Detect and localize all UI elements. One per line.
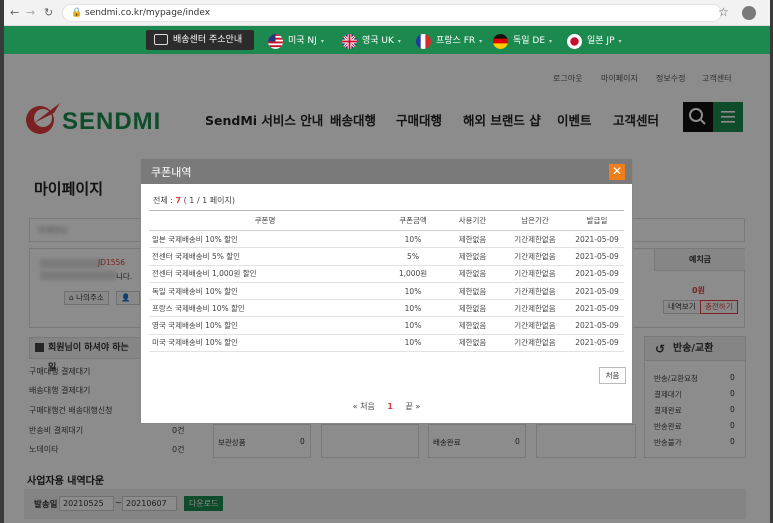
coupon-amount: 10%	[381, 316, 445, 335]
coupon-amount: 10%	[381, 230, 445, 249]
col-coupon-amount: 쿠폰금액	[381, 210, 445, 231]
remaining-period: 기간제한없음	[500, 316, 570, 335]
table-row: 전센터 국제배송비 1,000원 할인 1,000원 제한없음 기간제한없음 2…	[149, 265, 624, 283]
profile-avatar[interactable]	[742, 6, 756, 20]
coupon-modal: 쿠폰내역 ✕ 전체 : 7 ( 1 / 1 페이지) 쿠폰명 쿠폰금액 사용기간…	[140, 158, 633, 424]
lock-icon: 🔒	[71, 8, 83, 18]
coupon-name: 일본 국제배송비 10% 할인	[149, 230, 381, 249]
pager-current[interactable]: 1	[387, 402, 393, 411]
pager-last[interactable]: 끝 »	[406, 402, 421, 411]
address-card-icon	[154, 34, 168, 45]
country-label: 일본 JP	[587, 36, 615, 46]
center-address-guide-button[interactable]: 배송센터 주소안내	[146, 30, 254, 50]
back-icon[interactable]: ←	[10, 6, 19, 19]
remaining-period: 기간제한없음	[500, 282, 570, 301]
country-label: 프랑스 FR	[436, 36, 476, 46]
use-period: 제한없음	[445, 265, 500, 283]
table-row: 독일 국제배송비 10% 할인 10% 제한없음 기간제한없음 2021-05-…	[149, 282, 624, 301]
total-label: 전체 :	[153, 196, 173, 205]
use-period: 제한없음	[445, 299, 500, 318]
use-period: 제한없음	[445, 316, 500, 335]
table-header-row: 쿠폰명 쿠폰금액 사용기간 남은기간 발급일	[149, 210, 624, 231]
coupon-name: 독일 국제배송비 10% 할인	[149, 282, 381, 301]
jp-flag-icon	[567, 34, 582, 49]
col-issue-date: 발급일	[570, 210, 624, 231]
remaining-period: 기간제한없음	[500, 247, 570, 266]
address-bar[interactable]: 🔒 sendmi.co.kr/mypage/index	[62, 4, 722, 22]
issue-date: 2021-05-09	[570, 334, 624, 353]
country-bar: 배송센터 주소안내 미국 NJ ▾ 영국 UK ▾ 프랑스 FR ▾ 독일 DE…	[4, 26, 770, 54]
col-remaining: 남은기간	[500, 210, 570, 231]
use-period: 제한없음	[445, 282, 500, 301]
country-us[interactable]: 미국 NJ ▾	[268, 33, 324, 49]
use-period: 제한없음	[445, 334, 500, 353]
reload-icon[interactable]: ↻	[44, 6, 53, 19]
browser-window: ← → ↻ 🔒 sendmi.co.kr/mypage/index ☆ 배송센터…	[4, 0, 770, 523]
coupon-name: 미국 국제배송비 10% 할인	[149, 334, 381, 353]
table-row: 영국 국제배송비 10% 할인 10% 제한없음 기간제한없음 2021-05-…	[149, 316, 624, 335]
uk-flag-icon	[342, 34, 357, 49]
fr-flag-icon	[416, 34, 431, 49]
use-period: 제한없음	[445, 230, 500, 249]
remaining-period: 기간제한없음	[500, 230, 570, 249]
country-uk[interactable]: 영국 UK ▾	[342, 33, 401, 49]
issue-date: 2021-05-09	[570, 299, 624, 318]
remaining-period: 기간제한없음	[500, 334, 570, 353]
issue-date: 2021-05-09	[570, 265, 624, 283]
coupon-amount: 10%	[381, 334, 445, 353]
country-label: 영국 UK	[362, 36, 394, 46]
coupon-amount: 1,000원	[381, 265, 445, 283]
coupon-table: 쿠폰명 쿠폰금액 사용기간 남은기간 발급일 일본 국제배송비 10% 할인 1…	[149, 210, 624, 353]
close-icon: ✕	[611, 164, 623, 178]
remaining-period: 기간제한없음	[500, 265, 570, 283]
coupon-amount: 10%	[381, 282, 445, 301]
issue-date: 2021-05-09	[570, 230, 624, 249]
browser-toolbar: ← → ↻ 🔒 sendmi.co.kr/mypage/index ☆	[4, 0, 770, 26]
coupon-name: 영국 국제배송비 10% 할인	[149, 316, 381, 335]
pagination: « 처음 1 끝 »	[141, 401, 632, 412]
issue-date: 2021-05-09	[570, 316, 624, 335]
issue-date: 2021-05-09	[570, 247, 624, 266]
coupon-name: 프랑스 국제배송비 10% 할인	[149, 299, 381, 318]
table-row: 미국 국제배송비 10% 할인 10% 제한없음 기간제한없음 2021-05-…	[149, 334, 624, 353]
forward-icon[interactable]: →	[26, 6, 35, 19]
country-label: 독일 DE	[513, 36, 546, 46]
total-summary: 전체 : 7 ( 1 / 1 페이지)	[153, 195, 235, 206]
col-coupon-name: 쿠폰명	[149, 210, 381, 231]
url-text: sendmi.co.kr/mypage/index	[85, 8, 211, 18]
use-period: 제한없음	[445, 247, 500, 266]
col-use-period: 사용기간	[445, 210, 500, 231]
total-count: 7	[175, 196, 182, 205]
coupon-amount: 5%	[381, 247, 445, 266]
issue-date: 2021-05-09	[570, 282, 624, 301]
total-pages: ( 1 / 1 페이지)	[183, 196, 236, 205]
de-flag-icon	[493, 34, 508, 49]
table-row: 프랑스 국제배송비 10% 할인 10% 제한없음 기간제한없음 2021-05…	[149, 299, 624, 318]
table-row: 전센터 국제배송비 5% 할인 5% 제한없음 기간제한없음 2021-05-0…	[149, 247, 624, 266]
table-row: 일본 국제배송비 10% 할인 10% 제한없음 기간제한없음 2021-05-…	[149, 230, 624, 249]
country-jp[interactable]: 일본 JP ▾	[567, 33, 622, 49]
coupon-name: 전센터 국제배송비 1,000원 할인	[149, 265, 381, 283]
close-button[interactable]: ✕	[609, 164, 625, 180]
pager-first[interactable]: « 처음	[353, 402, 375, 411]
bookmark-star-icon[interactable]: ☆	[718, 5, 729, 19]
coupon-amount: 10%	[381, 299, 445, 318]
country-fr[interactable]: 프랑스 FR ▾	[416, 33, 482, 49]
remaining-period: 기간제한없음	[500, 299, 570, 318]
us-flag-icon	[268, 34, 283, 49]
country-de[interactable]: 독일 DE ▾	[493, 33, 552, 49]
guide-label: 배송센터 주소안내	[173, 35, 243, 45]
first-button[interactable]: 처음	[599, 367, 626, 384]
coupon-name: 전센터 국제배송비 5% 할인	[149, 247, 381, 266]
modal-title: 쿠폰내역	[151, 166, 192, 179]
country-label: 미국 NJ	[288, 36, 317, 46]
modal-header: 쿠폰내역 ✕	[141, 159, 632, 184]
